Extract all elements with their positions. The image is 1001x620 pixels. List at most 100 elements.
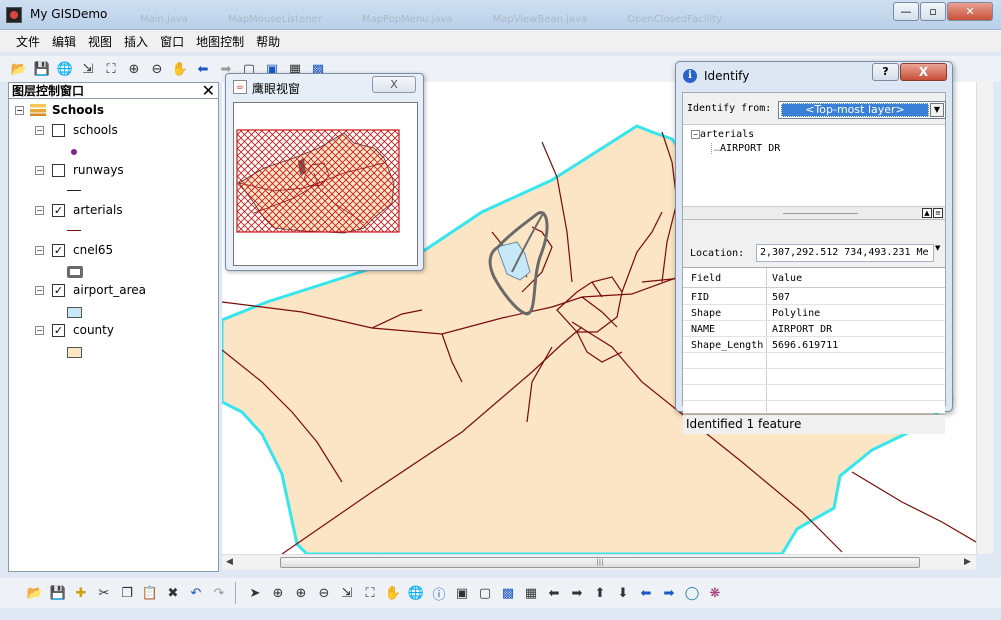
next-extent-icon[interactable]: ➡ (658, 582, 680, 604)
layer-checkbox-airport-area[interactable]: ✓ (52, 283, 65, 297)
pan-up-icon[interactable]: ⬆ (589, 582, 611, 604)
help-button[interactable]: ? (872, 63, 899, 81)
open-folder-icon[interactable]: 📂 (24, 582, 46, 604)
previous-extent-icon[interactable]: ⬅ (635, 582, 657, 604)
results-tree: − arterials …AIRPORT DR (683, 124, 945, 207)
identify-window: i Identify ? X Identify from: <Top-most … (675, 61, 953, 434)
add-data-icon[interactable]: ✚ (70, 582, 92, 604)
scroll-right-icon[interactable]: ▶ (964, 557, 971, 567)
collapse-icon[interactable]: − (15, 105, 24, 115)
table-row[interactable]: Shape_Length 5696.619711 (683, 337, 945, 353)
zoom-out-icon[interactable]: ⊖ (313, 582, 335, 604)
delete-icon[interactable]: ✖ (162, 582, 184, 604)
copy-icon[interactable]: ❐ (116, 582, 138, 604)
full-extent-icon[interactable]: ⛶ (359, 582, 381, 604)
layer-checkbox-cnel65[interactable]: ✓ (52, 243, 65, 257)
menu-map-control[interactable]: 地图控制 (190, 30, 250, 52)
map-horizontal-scrollbar[interactable]: ◀ ||| ▶ (222, 554, 976, 570)
globe-refresh-icon[interactable]: ◯ (681, 582, 703, 604)
identify-from-select[interactable]: <Top-most layer> ▼ (778, 101, 946, 119)
collapse-icon[interactable]: − (691, 129, 700, 139)
maximize-button[interactable]: ▫ (920, 2, 946, 21)
menu-view[interactable]: 视图 (82, 30, 118, 52)
identify-close-button[interactable]: X (900, 63, 947, 81)
save-icon[interactable]: 💾 (31, 58, 53, 80)
toc-root-item[interactable]: − Schools (15, 103, 104, 117)
globe-icon[interactable]: 🌐 (405, 582, 427, 604)
back-arrow-icon[interactable]: ⬅ (192, 58, 214, 80)
collapse-icon[interactable]: − (35, 325, 44, 335)
pan-left-icon[interactable]: ⬅ (543, 582, 565, 604)
cut-icon[interactable]: ✂ (93, 582, 115, 604)
location-dropdown-icon[interactable]: ▼ (935, 244, 944, 252)
map-tips-icon[interactable]: ❋ (704, 582, 726, 604)
pan-down-icon[interactable]: ⬇ (612, 582, 634, 604)
layer-row-cnel65[interactable]: − ✓ cnel65 (35, 243, 113, 257)
pan-hand-icon[interactable]: ✋ (169, 58, 191, 80)
find-icon[interactable]: ▦ (520, 582, 542, 604)
layer-row-airport-area[interactable]: − ✓ airport_area (35, 283, 146, 297)
table-header: Field Value (683, 268, 945, 288)
close-window-button[interactable]: ✕ (947, 2, 993, 21)
table-row[interactable]: NAME AIRPORT DR (683, 321, 945, 337)
open-folder-icon[interactable]: 📂 (8, 58, 30, 80)
scroll-left-icon[interactable]: ◀ (226, 557, 233, 567)
map-vertical-scrollbar[interactable] (976, 82, 993, 554)
select-pointer-icon[interactable]: ➤ (244, 582, 266, 604)
info-icon[interactable]: ⓘ (428, 582, 450, 604)
clear-selection-icon[interactable]: ▢ (474, 582, 496, 604)
pan-hand-icon[interactable]: ✋ (382, 582, 404, 604)
full-extent-icon[interactable]: ⛶ (100, 58, 122, 80)
table-row-empty (683, 353, 945, 369)
minimize-button[interactable]: — (893, 2, 919, 21)
panel-splitter[interactable]: ▲ ≡ (683, 207, 945, 220)
scroll-thumb[interactable]: ||| (280, 557, 920, 568)
layer-row-runways[interactable]: − runways (35, 163, 124, 177)
table-row[interactable]: Shape Polyline (683, 305, 945, 321)
expand-icon[interactable]: ▲ (922, 208, 932, 218)
details-icon[interactable]: ≡ (933, 208, 943, 218)
menu-edit[interactable]: 编辑 (46, 30, 82, 52)
overview-close-button[interactable]: X (372, 76, 416, 93)
menu-insert[interactable]: 插入 (118, 30, 154, 52)
close-icon[interactable]: ✕ (202, 82, 215, 98)
collapse-icon[interactable]: − (35, 245, 44, 255)
fixed-zoom-icon[interactable]: ⇲ (336, 582, 358, 604)
layer-checkbox-county[interactable]: ✓ (52, 323, 65, 337)
layer-row-arterials[interactable]: − ✓ arterials (35, 203, 123, 217)
zoom-in-fixed-icon[interactable]: ⊕ (290, 582, 312, 604)
paste-icon[interactable]: 📋 (139, 582, 161, 604)
layer-checkbox-runways[interactable] (52, 163, 65, 177)
select-elements-icon[interactable]: ▩ (497, 582, 519, 604)
collapse-icon[interactable]: − (35, 165, 44, 175)
tree-node-feature[interactable]: …AIRPORT DR (711, 143, 780, 154)
select-features-icon[interactable]: ▣ (451, 582, 473, 604)
layer-row-county[interactable]: − ✓ county (35, 323, 114, 337)
menu-file[interactable]: 文件 (10, 30, 46, 52)
menu-help[interactable]: 帮助 (250, 30, 286, 52)
layer-row-schools[interactable]: − schools (35, 123, 118, 137)
collapse-icon[interactable]: − (35, 285, 44, 295)
tree-node-layer[interactable]: − arterials (691, 129, 754, 140)
zoom-in-icon[interactable]: ⊕ (267, 582, 289, 604)
undo-icon[interactable]: ↶ (185, 582, 207, 604)
layer-checkbox-schools[interactable] (52, 123, 65, 137)
collapse-icon[interactable]: − (35, 125, 44, 135)
overview-map[interactable] (233, 102, 418, 266)
collapse-icon[interactable]: − (35, 205, 44, 215)
redo-icon[interactable]: ↷ (208, 582, 230, 604)
overview-extent-rectangle[interactable] (236, 129, 400, 233)
pan-right-icon[interactable]: ➡ (566, 582, 588, 604)
layer-checkbox-arterials[interactable]: ✓ (52, 203, 65, 217)
location-field[interactable]: 2,307,292.512 734,493.231 Me (756, 244, 934, 262)
fixed-zoom-in-icon[interactable]: ⇲ (77, 58, 99, 80)
zoom-out-icon[interactable]: ⊖ (146, 58, 168, 80)
save-icon[interactable]: 💾 (47, 582, 69, 604)
location-label: Location: (690, 248, 745, 259)
table-row[interactable]: FID 507 (683, 289, 945, 305)
menu-window[interactable]: 窗口 (154, 30, 190, 52)
globe-icon[interactable]: 🌐 (54, 58, 76, 80)
overview-canvas[interactable] (234, 103, 417, 265)
chevron-down-icon[interactable]: ▼ (930, 103, 944, 117)
zoom-in-icon[interactable]: ⊕ (123, 58, 145, 80)
